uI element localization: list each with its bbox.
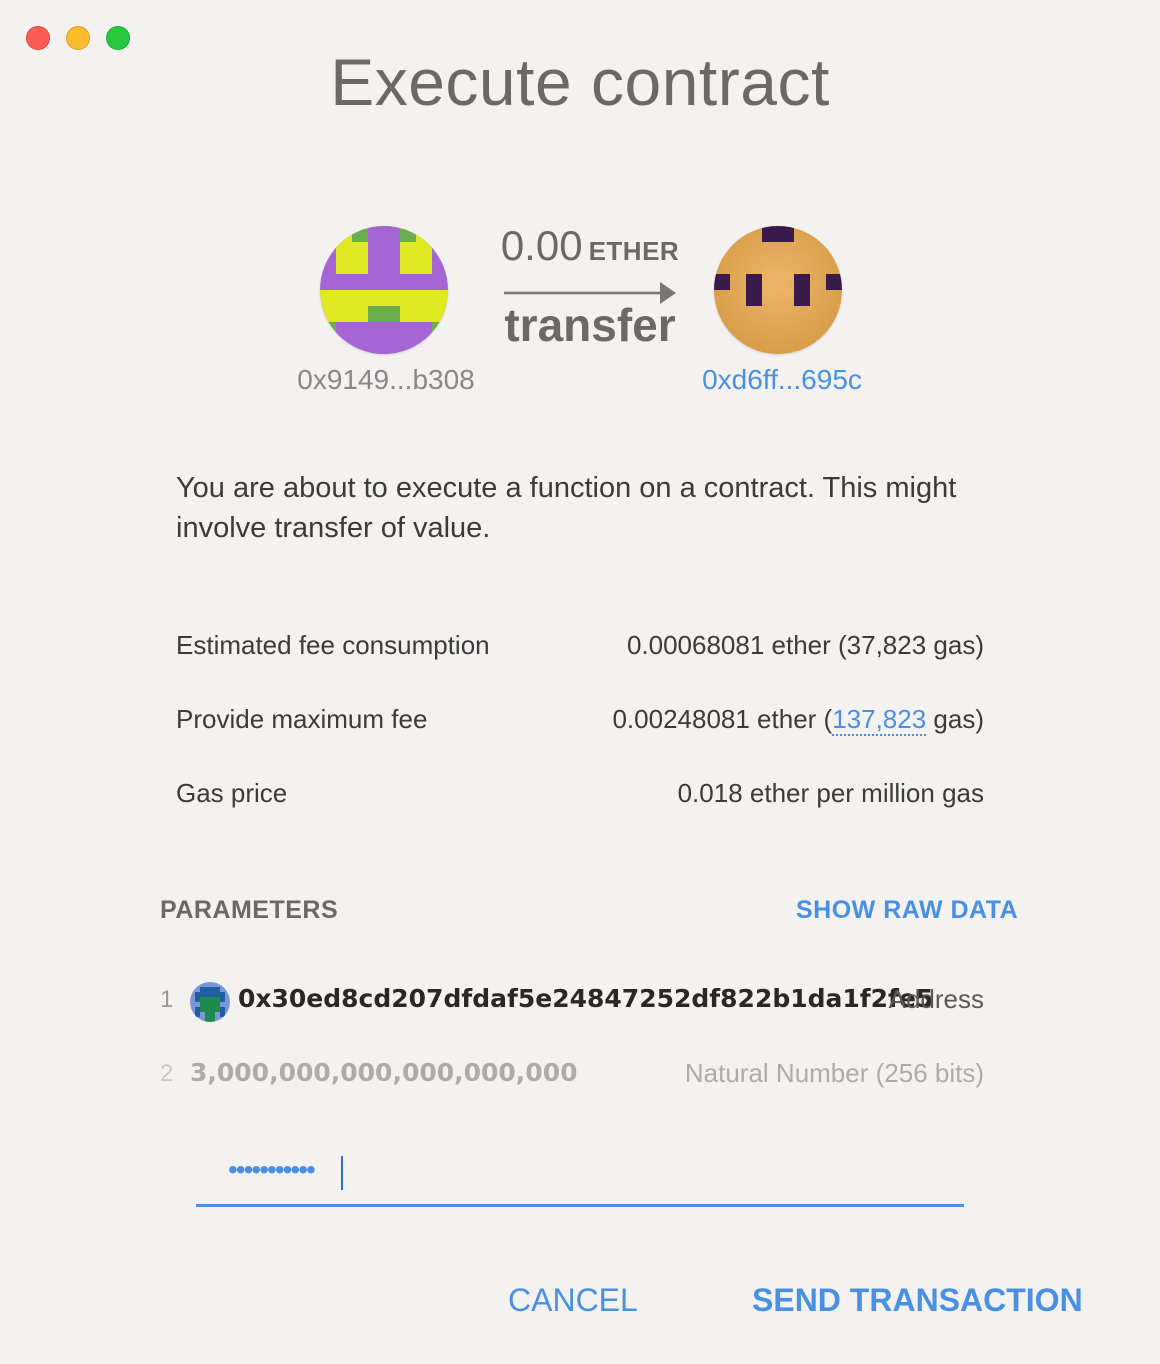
password-masked-value: •••••••••••	[228, 1154, 316, 1185]
cancel-button[interactable]: CANCEL	[508, 1282, 638, 1319]
gas-price-label: Gas price	[176, 778, 288, 808]
maximum-fee-row: Provide maximum fee 0.00248081 ether (13…	[176, 704, 984, 736]
gas-price-value: 0.018 ether per million gas	[677, 778, 984, 808]
parameter-index: 2	[160, 1060, 174, 1087]
estimated-fee-label: Estimated fee consumption	[176, 630, 490, 660]
max-gas-editable-link[interactable]: 137,823	[832, 704, 927, 736]
parameter-number-value: 3,000,000,000,000,000,000	[190, 1058, 578, 1087]
parameter-type: Address	[888, 984, 984, 1014]
to-identicon-icon	[714, 226, 842, 354]
maximum-fee-suffix: gas)	[926, 704, 984, 734]
parameter-address-value: 0x30ed8cd207dfdaf5e24847252df822b1da1f2f…	[238, 984, 934, 1013]
page-title: Execute contract	[330, 45, 830, 119]
maximum-fee-prefix: 0.00248081 ether (	[612, 704, 833, 734]
maximum-fee-label: Provide maximum fee	[176, 704, 428, 734]
parameter-row: 1 0x30ed8cd207dfdaf5e24847252df822b1da1f…	[160, 982, 984, 1022]
parameter-index: 1	[160, 986, 174, 1013]
estimated-fee-row: Estimated fee consumption 0.00068081 eth…	[176, 630, 984, 661]
from-identicon-icon	[320, 226, 448, 354]
function-name: transfer	[504, 299, 676, 351]
amount-value: 0.00	[500, 222, 583, 269]
maximum-fee-value: 0.00248081 ether (137,823 gas)	[612, 704, 984, 736]
from-address: 0x9149...b308	[297, 364, 475, 395]
estimated-fee-value: 0.00068081 ether (37,823 gas)	[626, 630, 984, 660]
show-raw-data-button[interactable]: SHOW RAW DATA	[796, 896, 1018, 925]
transfer-amount: 0.00 ETHER	[500, 222, 680, 270]
text-caret	[341, 1156, 343, 1190]
amount-unit: ETHER	[588, 236, 680, 266]
execute-contract-window: Execute contract 0x9149...b308 0.00 ETHER	[0, 0, 1160, 1364]
parameter-row: 2 3,000,000,000,000,000,000 Natural Numb…	[160, 1056, 984, 1096]
password-input[interactable]: •••••••••••	[196, 1146, 964, 1207]
parameters-heading: PARAMETERS	[160, 896, 339, 924]
parameter-identicon-icon	[190, 982, 230, 1022]
send-transaction-button[interactable]: SEND TRANSACTION	[752, 1282, 1083, 1319]
to-address-link[interactable]: 0xd6ff...695c	[682, 364, 882, 396]
gas-price-row: Gas price 0.018 ether per million gas	[176, 778, 984, 809]
description-text: You are about to execute a function on a…	[176, 472, 957, 544]
parameter-type: Natural Number (256 bits)	[684, 1058, 984, 1088]
